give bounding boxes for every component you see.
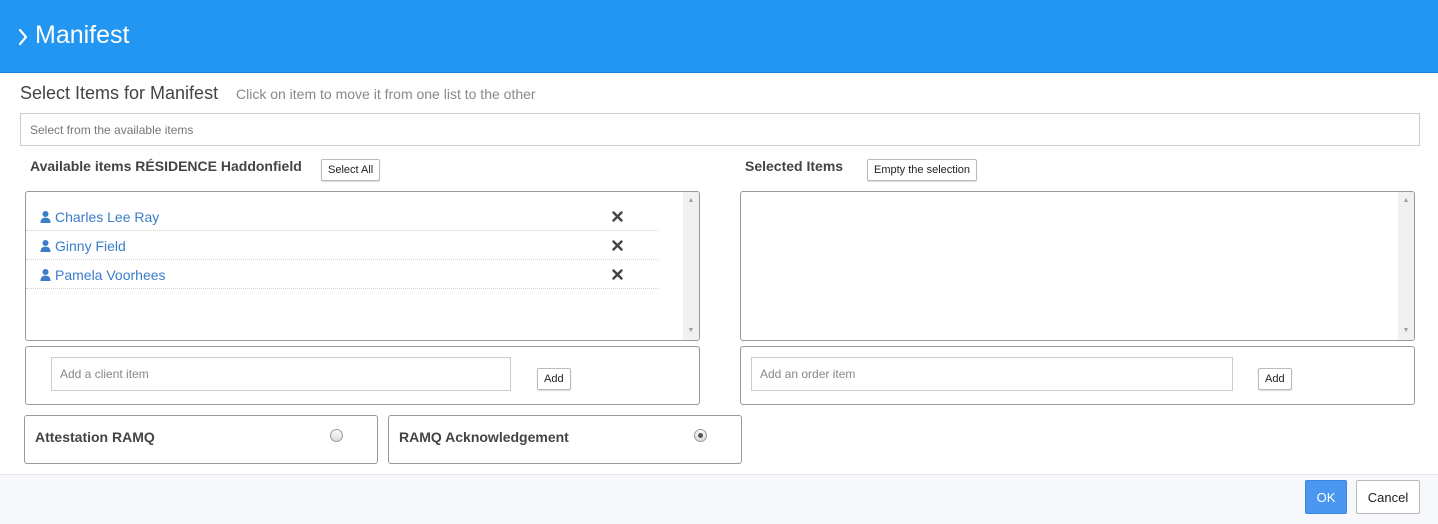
list-item-name[interactable]: Ginny Field — [55, 237, 126, 255]
scroll-up-icon[interactable]: ▲ — [1398, 194, 1414, 208]
ok-button[interactable]: OK — [1305, 480, 1347, 514]
user-icon — [40, 211, 51, 223]
close-icon[interactable] — [612, 269, 623, 280]
option-attestation-ramq[interactable]: Attestation RAMQ — [24, 415, 378, 464]
list-item-name[interactable]: Pamela Voorhees — [55, 266, 166, 284]
select-all-button[interactable]: Select All — [321, 159, 381, 181]
add-client-item-input[interactable] — [51, 357, 511, 391]
radio-ramq-acknowledgement[interactable] — [694, 429, 707, 442]
add-order-item-button[interactable]: Add — [1258, 368, 1292, 390]
available-list-scrollbar[interactable]: ▲ ▼ — [683, 192, 699, 340]
close-icon[interactable] — [612, 240, 623, 251]
scroll-down-icon[interactable]: ▼ — [1398, 324, 1414, 338]
scroll-up-icon[interactable]: ▲ — [683, 194, 699, 208]
dialog-footer — [0, 474, 1438, 524]
scroll-down-icon[interactable]: ▼ — [683, 324, 699, 338]
option-label: RAMQ Acknowledgement — [399, 429, 569, 445]
add-client-item-panel: Add — [25, 346, 700, 405]
add-client-item-button[interactable]: Add — [537, 368, 571, 390]
user-icon — [40, 269, 51, 281]
section-title: Select Items for Manifest — [20, 83, 219, 103]
dialog-title: Manifest — [35, 21, 130, 49]
empty-selection-button[interactable]: Empty the selection — [867, 159, 977, 181]
chevron-right-icon — [18, 28, 28, 46]
available-items-label: Available items RÉSIDENCE Haddonfield — [30, 158, 302, 174]
selected-items-label: Selected Items — [745, 158, 844, 174]
section-hint: Click on item to move it from one list t… — [236, 86, 536, 102]
list-item-name[interactable]: Charles Lee Ray — [55, 208, 159, 226]
option-label: Attestation RAMQ — [35, 429, 155, 445]
selected-items-list[interactable]: ▲ ▼ — [740, 191, 1415, 341]
option-ramq-acknowledgement[interactable]: RAMQ Acknowledgement — [388, 415, 742, 464]
user-icon — [40, 240, 51, 252]
list-item[interactable]: Pamela Voorhees — [26, 260, 658, 289]
available-items-list[interactable]: Charles Lee Ray Ginny Field Pamela Voorh… — [25, 191, 700, 341]
item-search-input[interactable] — [20, 113, 1420, 146]
radio-attestation-ramq[interactable] — [330, 429, 343, 442]
add-order-item-input[interactable] — [751, 357, 1233, 391]
list-item[interactable]: Ginny Field — [26, 231, 658, 260]
list-item[interactable]: Charles Lee Ray — [26, 202, 658, 231]
add-order-item-panel: Add — [740, 346, 1415, 405]
dialog-header: Manifest — [0, 0, 1438, 73]
close-icon[interactable] — [612, 211, 623, 222]
cancel-button[interactable]: Cancel — [1356, 480, 1420, 514]
selected-list-scrollbar[interactable]: ▲ ▼ — [1398, 192, 1414, 340]
